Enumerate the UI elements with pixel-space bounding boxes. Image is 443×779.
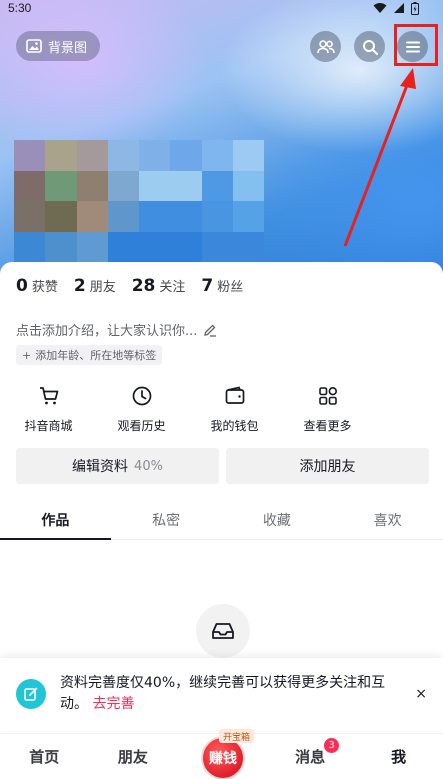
background-image-label: 背景图	[48, 40, 88, 56]
add-tags-label: 添加年龄、所在地等标签	[35, 349, 157, 362]
profile-completion-percent: 40%	[134, 458, 163, 474]
tab-favorites[interactable]: 收藏	[222, 500, 333, 539]
pencil-icon	[204, 324, 217, 337]
shortcut-label: 观看历史	[117, 419, 166, 433]
shortcut-see-more[interactable]: 查看更多	[283, 385, 372, 434]
stat-following[interactable]: 28 关注	[132, 276, 186, 296]
image-icon	[26, 39, 42, 53]
add-friend-label: 添加朋友	[299, 459, 356, 475]
stat-likes[interactable]: 0 获赞	[16, 276, 58, 296]
complete-profile-link[interactable]: 去完善	[92, 696, 134, 712]
edit-profile-button[interactable]: 编辑资料 40%	[16, 448, 219, 484]
grid-icon	[318, 386, 337, 405]
status-time: 5:30	[8, 1, 32, 15]
friends-icon	[316, 39, 335, 53]
tab-private[interactable]: 私密	[111, 500, 222, 539]
banner-text: 资料完善度仅40%，继续完善可以获得更多关注和互动。 去完善	[60, 673, 396, 715]
battery-icon	[411, 2, 419, 15]
empty-inbox-icon	[196, 604, 250, 658]
nav-friends[interactable]: 朋友	[89, 746, 178, 767]
shortcut-douyin-mall[interactable]: 抖音商城	[4, 385, 93, 434]
nav-label: 首页	[29, 748, 60, 766]
nav-label: 朋友	[117, 748, 148, 766]
nav-me[interactable]: 我	[354, 746, 443, 767]
stat-label: 朋友	[89, 280, 116, 295]
shortcut-label: 查看更多	[303, 419, 352, 433]
tab-works[interactable]: 作品	[0, 500, 111, 540]
search-icon	[362, 39, 378, 55]
tab-label: 私密	[152, 512, 181, 529]
signal-icon	[394, 3, 404, 13]
stat-label: 获赞	[31, 280, 58, 295]
stat-value: 28	[131, 276, 156, 296]
profile-actions: 编辑资料 40% 添加朋友	[16, 448, 429, 484]
stat-value: 7	[201, 276, 214, 296]
add-friend-button[interactable]: 添加朋友	[226, 448, 429, 484]
profile-completion-banner: 资料完善度仅40%，继续完善可以获得更多关注和互动。 去完善 ×	[0, 658, 443, 730]
content-tabs: 作品 私密 收藏 喜欢	[0, 500, 443, 540]
profile-stats: 0 获赞 2 朋友 28 关注 7 粉丝	[16, 276, 243, 296]
tab-label: 收藏	[262, 512, 291, 529]
intro-placeholder: 点击添加介绍，让大家认识你...	[16, 324, 198, 339]
nav-label: 消息	[295, 748, 326, 766]
tab-likes[interactable]: 喜欢	[332, 500, 443, 539]
search-button[interactable]	[354, 31, 385, 62]
status-bar: 5:30	[0, 0, 443, 18]
add-tags-button[interactable]: + 添加年龄、所在地等标签	[16, 345, 163, 365]
stat-label: 关注	[159, 280, 186, 295]
tab-label: 喜欢	[373, 512, 402, 529]
intro-edit[interactable]: 点击添加介绍，让大家认识你...	[16, 320, 217, 339]
wallet-icon	[225, 386, 244, 404]
cart-icon	[39, 387, 58, 405]
stat-value: 0	[16, 276, 28, 296]
nav-messages[interactable]: 消息	[266, 746, 355, 767]
shortcut-wallet[interactable]: 我的钱包	[190, 385, 279, 434]
edit-icon	[16, 679, 46, 709]
clock-icon	[132, 386, 151, 406]
menu-highlight-box	[394, 24, 438, 66]
message-count-badge: 3	[324, 738, 339, 753]
wifi-icon	[373, 3, 387, 13]
stat-label: 粉丝	[217, 280, 244, 295]
background-image-button[interactable]: 背景图	[16, 31, 100, 61]
inbox-icon	[212, 623, 234, 639]
tab-label: 作品	[41, 512, 70, 529]
shortcut-watch-history[interactable]: 观看历史	[97, 385, 186, 434]
open-treasure-box-tag: 开宝箱	[219, 729, 255, 743]
stat-value: 2	[73, 276, 86, 296]
shortcut-label: 抖音商城	[24, 419, 73, 433]
nav-label: 我	[391, 748, 407, 766]
shortcut-row: 抖音商城 观看历史 我的钱包 查看更多	[0, 385, 372, 434]
plus-icon: +	[22, 348, 32, 362]
earn-label: 赚钱	[209, 751, 237, 767]
friends-button[interactable]	[310, 31, 341, 62]
nav-home[interactable]: 首页	[0, 746, 89, 767]
shortcut-label: 我的钱包	[210, 419, 259, 433]
stat-friends[interactable]: 2 朋友	[74, 276, 116, 296]
stat-followers[interactable]: 7 粉丝	[201, 276, 243, 296]
edit-profile-label: 编辑资料	[72, 459, 129, 475]
blurred-profile-info	[14, 140, 264, 262]
close-icon[interactable]: ×	[415, 686, 427, 702]
